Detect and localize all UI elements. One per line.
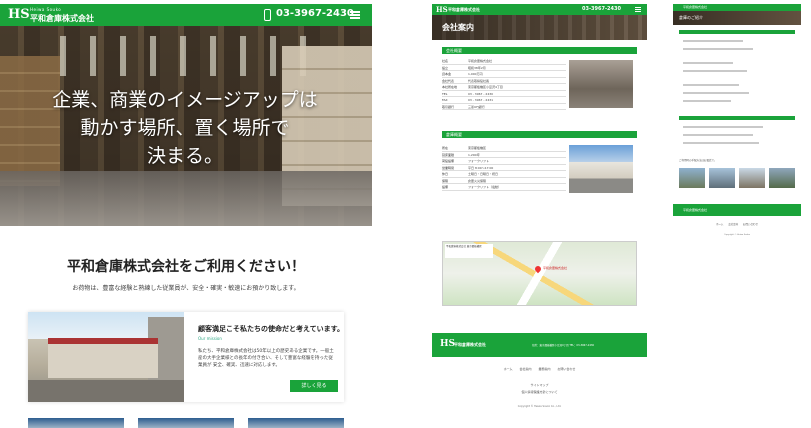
footer-nav: ホーム 会社案内 お問い合わせ <box>673 222 801 226</box>
sitemap-heading: サイトマップ <box>530 383 549 387</box>
mission-card: 顧客満足こそ私たちの使命だと考えています。 Our mission 私たち、平和… <box>28 312 344 402</box>
row-key: 設備 <box>442 185 449 189</box>
row-value: フォークリフト <box>468 159 490 163</box>
hero-line: 動かす場所、置く場所で <box>80 117 290 139</box>
welcome-heading: 平和倉庫株式会社をご利用ください！ <box>67 259 305 275</box>
table-row: 取引銀行 三菱UFJ銀行 <box>442 104 566 110</box>
row-key: 取引銀行 <box>442 104 455 109</box>
warehouse-floor <box>0 171 372 226</box>
logo-name-jp: 平和倉庫株式会社 <box>683 208 708 212</box>
footer-nav: ホーム 会社案内 業務案内 お問い合わせ <box>432 367 647 371</box>
privacy-link[interactable]: 個人情報保護方針について <box>432 390 647 394</box>
phone-icon <box>264 9 271 21</box>
gallery-thumbnail[interactable] <box>679 168 705 188</box>
map-pin-icon[interactable] <box>533 264 543 274</box>
row-value: 東京都板橋区小豆沢4丁目 <box>468 85 503 89</box>
footer-link[interactable]: ホーム <box>504 367 513 371</box>
warehouse-lights <box>60 36 320 76</box>
logo-mark[interactable]: HS <box>8 7 30 22</box>
gallery-thumbnail[interactable] <box>769 168 795 188</box>
logo-name-en: Heiwa Souko <box>30 7 62 12</box>
hero-line: 決まる。 <box>146 145 223 167</box>
footer-link[interactable]: お問い合わせ <box>743 223 758 226</box>
section-heading: 倉庫概要 <box>442 131 637 138</box>
warehouse-overview-table: 所在 東京都板橋区 延床面積 1,200坪 荷役設備 フォークリフト 営業時間 平日 8:00… <box>442 145 566 191</box>
logo-name-jp: 平和倉庫株式会社 <box>454 342 486 347</box>
row-value: 三菱UFJ銀行 <box>468 104 485 109</box>
phone-number-link[interactable]: 03-3967-2430 <box>276 8 354 19</box>
welcome-lead: お荷物は、豊富な経験と熟練した従業員が、安全・確実・敏速にお預かり致します。 <box>72 285 300 292</box>
warehouse-interior-photo <box>569 60 633 108</box>
gallery-thumbnail[interactable] <box>709 168 735 188</box>
footer-link[interactable]: 会社案内 <box>519 367 531 371</box>
section-heading: 会社概要 <box>442 47 637 54</box>
photo-gallery <box>679 168 795 190</box>
site-header: HS Heiwa Souko 平和倉庫株式会社 03-3967-2430 <box>0 4 372 26</box>
copyright: Copyright © Heiwa Souko Co., Ltd. <box>517 405 562 408</box>
row-value: 倉庫火災保険 <box>468 178 487 183</box>
phone-number-link[interactable]: 03-3967-2430 <box>582 6 621 12</box>
logo-name-jp[interactable]: 平和倉庫株式会社 <box>683 5 707 9</box>
row-value: 03 - 3967 - 2431 <box>468 98 494 102</box>
row-value: フォークリフト（電動） <box>468 185 502 189</box>
row-value: 1,200坪 <box>468 152 480 157</box>
section-heading <box>679 116 795 120</box>
site-header: 平和倉庫株式会社 <box>673 4 801 11</box>
copyright: Copyright © Heiwa Souko <box>724 234 750 236</box>
thumbnail[interactable] <box>248 418 344 428</box>
row-value: 土曜日・日曜日・祝日 <box>468 172 499 176</box>
row-value: 東京都板橋区 <box>468 146 487 150</box>
gallery-note: ご利用時の手配方法はお電話で。 <box>679 159 717 162</box>
row-value: 1,000万円 <box>468 72 483 76</box>
map-label: 平和倉庫株式会社 <box>543 266 568 270</box>
read-more-button[interactable]: 詳しく見る <box>290 380 338 392</box>
footer-band: 平和倉庫株式会社 <box>673 204 801 216</box>
row-value: 平和倉庫株式会社 <box>468 59 493 63</box>
site-header: HS 平和倉庫株式会社 03-3967-2430 <box>432 4 647 15</box>
page-title-band: 会社案内 <box>432 15 647 40</box>
company-overview-table: 社名 平和倉庫株式会社 設立 昭和38年2月 資本金 1,000万円 会社代表 代表取締役社長… <box>442 58 566 110</box>
map-info-box: 平和倉庫株式会社 東京都板橋区 <box>445 244 493 258</box>
row-value: 昭和38年2月 <box>468 65 486 70</box>
thumbnail[interactable] <box>138 418 234 428</box>
hero-line: 企業、商業のイメージアップは <box>52 89 318 111</box>
warehouse-building-photo <box>28 312 184 402</box>
table-row: 設備 フォークリフト（電動） <box>442 184 566 191</box>
logo-mark[interactable]: HS <box>440 339 455 349</box>
footer-band: HS 平和倉庫株式会社 住所：東京都板橋区小豆沢4丁目 TEL：03-3967-… <box>432 333 647 357</box>
mission-subtitle: Our mission <box>198 336 222 341</box>
thumbnail-row <box>28 418 344 428</box>
mission-text: 私たち、平和倉庫株式会社は50年以上の歴史ある企業です。一般土産の大手企業様との… <box>198 349 334 368</box>
hamburger-menu-icon[interactable] <box>350 11 360 19</box>
footer-address: 住所：東京都板橋区小豆沢4丁目 TEL：03-3967-2430 <box>532 344 595 347</box>
footer-link[interactable]: 業務案内 <box>538 367 550 371</box>
footer-link[interactable]: お問い合わせ <box>557 367 575 371</box>
logo-name-jp[interactable]: 平和倉庫株式会社 <box>448 7 480 13</box>
page-title-band: 倉庫のご紹介 <box>673 11 801 25</box>
mobile-home-screen: HS Heiwa Souko 平和倉庫株式会社 03-3967-2430 企業、… <box>0 0 372 428</box>
row-value: 平日 8:00〜17:00 <box>468 165 494 170</box>
access-screen: 平和倉庫株式会社 倉庫のご紹介 ご利用時の手配方法はお電話で。 平和倉庫株式会社… <box>673 0 801 428</box>
footer-link[interactable]: ホーム <box>716 223 723 226</box>
logo-mark[interactable]: HS <box>436 5 448 14</box>
mission-title: 顧客満足こそ私たちの使命だと考えています。 <box>198 325 344 333</box>
company-info-screen: HS 平和倉庫株式会社 03-3967-2430 会社案内 会社概要 社名 平和倉… <box>432 0 647 428</box>
row-value: 代表取締役社長 <box>468 78 490 83</box>
page-title: 倉庫のご紹介 <box>679 15 703 20</box>
warehouse-exterior-photo <box>569 145 633 193</box>
hero-catchphrase: 企業、商業のイメージアップは 動かす場所、置く場所で 決まる。 <box>20 86 350 170</box>
thumbnail[interactable] <box>28 418 124 428</box>
footer-link[interactable]: 会社案内 <box>728 223 738 226</box>
page-title: 会社案内 <box>442 23 474 32</box>
row-value: 03 - 3967 - 2430 <box>468 91 494 96</box>
gallery-thumbnail[interactable] <box>739 168 765 188</box>
hamburger-menu-icon[interactable] <box>635 7 641 12</box>
logo-name-jp[interactable]: 平和倉庫株式会社 <box>30 13 94 24</box>
google-map[interactable]: 平和倉庫株式会社 東京都板橋区 平和倉庫株式会社 <box>442 241 637 306</box>
hero-image: 企業、商業のイメージアップは 動かす場所、置く場所で 決まる。 <box>0 26 372 226</box>
section-heading <box>679 30 795 34</box>
